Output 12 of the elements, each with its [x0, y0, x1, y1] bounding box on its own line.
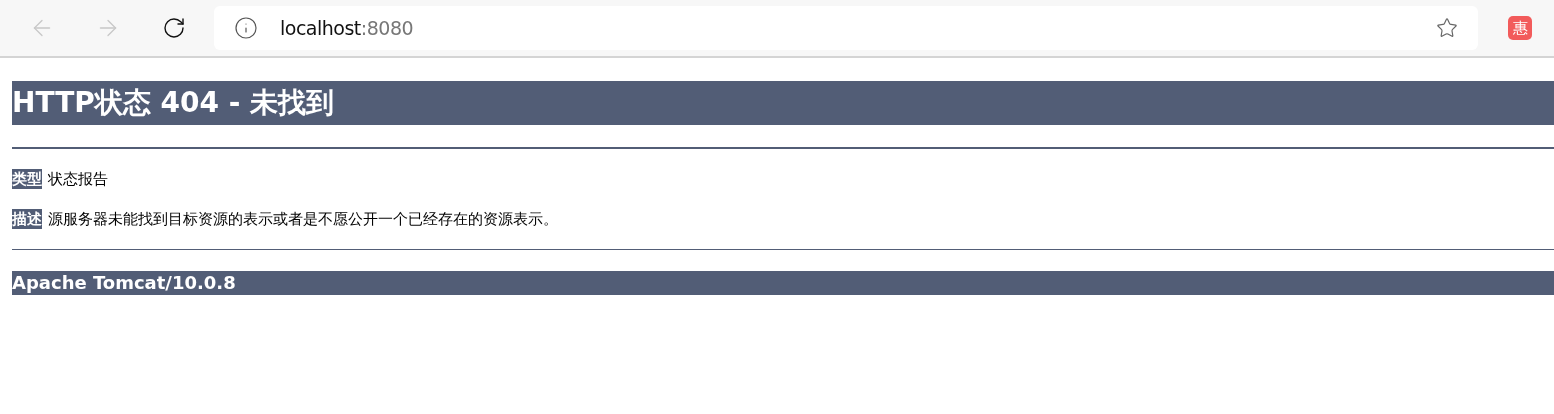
url-port: :8080 [360, 15, 414, 41]
reload-icon [162, 16, 186, 40]
field-label: 类型 [12, 169, 42, 189]
address-bar[interactable]: localhost:8080 [214, 6, 1478, 50]
url-host: localhost [280, 15, 361, 41]
field-value: 源服务器未能找到目标资源的表示或者是不愿公开一个已经存在的资源表示。 [48, 209, 558, 229]
server-footer: Apache Tomcat/10.0.8 [12, 271, 1554, 295]
info-icon[interactable] [234, 16, 258, 40]
field-label: 描述 [12, 209, 42, 229]
page-heading: HTTP状态 404 - 未找到 [12, 81, 1554, 125]
add-favorite-icon[interactable] [1436, 17, 1458, 39]
field-value: 状态报告 [48, 169, 108, 189]
